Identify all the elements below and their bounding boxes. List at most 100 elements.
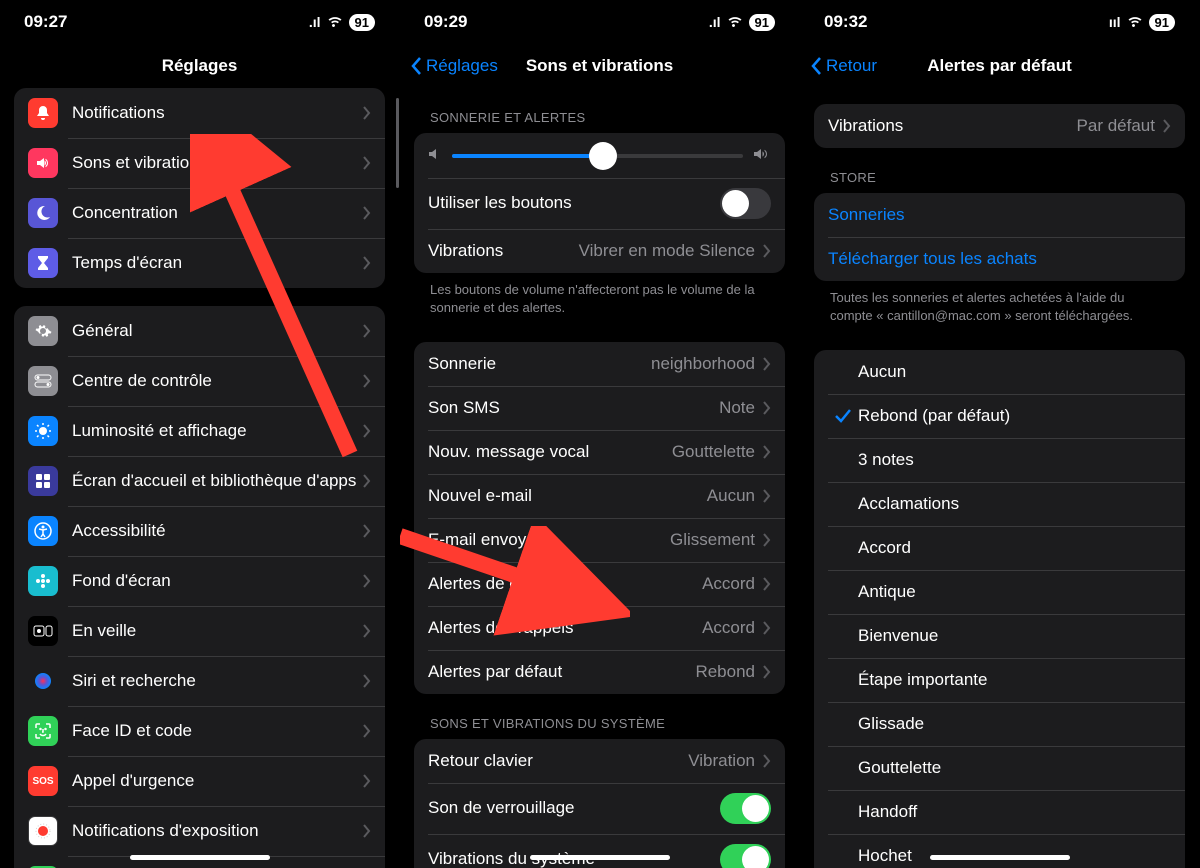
- chevron-right-icon: [763, 577, 771, 591]
- row-label: Acclamations: [858, 494, 1171, 514]
- row-label: Fond d'écran: [72, 571, 363, 591]
- toggle-system-vibrations[interactable]: [720, 844, 771, 868]
- slider-thumb[interactable]: [589, 142, 617, 170]
- tone-row[interactable]: Aucun: [814, 350, 1185, 394]
- row-sounds[interactable]: Sons et vibrations: [14, 138, 385, 188]
- back-button[interactable]: Retour: [810, 56, 877, 76]
- chevron-right-icon: [1163, 119, 1171, 133]
- row-label: Vibrations: [828, 116, 1077, 136]
- home-indicator[interactable]: [130, 855, 270, 860]
- status-time: 09:29: [424, 12, 467, 32]
- chevron-right-icon: [363, 774, 371, 788]
- row-label: Vibrations: [428, 241, 579, 261]
- toggle-use-buttons[interactable]: [720, 188, 771, 219]
- status-icons: .ıl 91: [709, 14, 775, 31]
- row-label: Antique: [858, 582, 1171, 602]
- row-lock-sound[interactable]: Son de verrouillage: [414, 783, 785, 834]
- settings-row[interactable]: En veille: [14, 606, 385, 656]
- status-bar: 09:32 ııl 91: [800, 0, 1199, 44]
- settings-row[interactable]: Siri et recherche: [14, 656, 385, 706]
- tone-row[interactable]: 3 notes: [814, 438, 1185, 482]
- tone-row[interactable]: Étape importante: [814, 658, 1185, 702]
- tone-row[interactable]: Accord: [814, 526, 1185, 570]
- sound-row[interactable]: Nouv. message vocalGouttelette: [414, 430, 785, 474]
- toggle-lock-sound[interactable]: [720, 793, 771, 824]
- settings-row[interactable]: Luminosité et affichage: [14, 406, 385, 456]
- row-label: Écran d'accueil et bibliothèque d'apps: [72, 471, 363, 491]
- row-value: Accord: [702, 574, 755, 594]
- row-use-buttons[interactable]: Utiliser les boutons: [414, 178, 785, 229]
- row-label: Aucun: [858, 362, 1171, 382]
- alerts-content[interactable]: Vibrations Par défaut STORE Sonneries Té…: [800, 88, 1199, 868]
- bell-icon: [28, 98, 58, 128]
- tone-row[interactable]: Gouttelette: [814, 746, 1185, 790]
- settings-row[interactable]: Fond d'écran: [14, 556, 385, 606]
- row-vibrations[interactable]: Vibrations Par défaut: [814, 104, 1185, 148]
- gear-icon: [28, 316, 58, 346]
- settings-row[interactable]: Notifications d'exposition: [14, 806, 385, 856]
- grid-icon: [28, 466, 58, 496]
- section-header: SONNERIE ET ALERTES: [414, 88, 785, 133]
- row-label: Accord: [858, 538, 1171, 558]
- tones-group: Aucun Rebond (par défaut)3 notes Acclamati…: [814, 350, 1185, 868]
- settings-content[interactable]: Notifications Sons et vibrations Concent…: [0, 88, 399, 868]
- row-label: Son SMS: [428, 398, 719, 418]
- row-value: Gouttelette: [672, 442, 755, 462]
- nav-bar: Réglages: [0, 44, 399, 88]
- settings-row[interactable]: Face ID et code: [14, 706, 385, 756]
- moon-icon: [28, 198, 58, 228]
- settings-row[interactable]: Accessibilité: [14, 506, 385, 556]
- siri-icon: [28, 666, 58, 696]
- row-notifications[interactable]: Notifications: [14, 88, 385, 138]
- status-time: 09:27: [24, 12, 67, 32]
- row-ringtone-store[interactable]: Sonneries: [814, 193, 1185, 237]
- back-button[interactable]: Réglages: [410, 56, 498, 76]
- row-label: Luminosité et affichage: [72, 421, 363, 441]
- tone-row[interactable]: Rebond (par défaut): [814, 394, 1185, 438]
- battery-indicator: 91: [749, 14, 775, 31]
- status-bar: 09:29 .ıl 91: [400, 0, 799, 44]
- sound-row[interactable]: Son SMSNote: [414, 386, 785, 430]
- row-label: Handoff: [858, 802, 1171, 822]
- settings-row[interactable]: Écran d'accueil et bibliothèque d'apps: [14, 456, 385, 506]
- battery-indicator: 91: [1149, 14, 1175, 31]
- row-label: Gouttelette: [858, 758, 1171, 778]
- tone-row[interactable]: Bienvenue: [814, 614, 1185, 658]
- row-value: Note: [719, 398, 755, 418]
- back-label: Réglages: [426, 56, 498, 76]
- sound-row[interactable]: Alertes des rappelsAccord: [414, 606, 785, 650]
- row-value: Accord: [702, 618, 755, 638]
- sound-row[interactable]: Alertes de calendrierAccord: [414, 562, 785, 606]
- volume-slider[interactable]: [452, 154, 743, 158]
- tone-row[interactable]: Glissade: [814, 702, 1185, 746]
- home-indicator[interactable]: [530, 855, 670, 860]
- scroll-indicator[interactable]: [396, 98, 399, 188]
- tone-row[interactable]: Antique: [814, 570, 1185, 614]
- section-header: STORE: [814, 148, 1185, 193]
- row-focus[interactable]: Concentration: [14, 188, 385, 238]
- sound-row[interactable]: Alertes par défautRebond: [414, 650, 785, 694]
- sound-row[interactable]: Nouvel e-mailAucun: [414, 474, 785, 518]
- sound-row[interactable]: E-mail envoyéGlissement: [414, 518, 785, 562]
- row-keyboard[interactable]: Retour clavier Vibration: [414, 739, 785, 783]
- sound-row[interactable]: Sonnerieneighborhood: [414, 342, 785, 386]
- settings-row[interactable]: SOSAppel d'urgence: [14, 756, 385, 806]
- settings-row[interactable]: Centre de contrôle: [14, 356, 385, 406]
- exposure-icon: [28, 816, 58, 846]
- row-label: Alertes par défaut: [428, 662, 695, 682]
- row-label: Alertes de calendrier: [428, 574, 702, 594]
- row-system-vibrations[interactable]: Vibrations du système: [414, 834, 785, 868]
- row-label: E-mail envoyé: [428, 530, 670, 550]
- row-label: Alertes des rappels: [428, 618, 702, 638]
- row-screentime[interactable]: Temps d'écran: [14, 238, 385, 288]
- chevron-right-icon: [363, 674, 371, 688]
- row-vibrations[interactable]: Vibrations Vibrer en mode Silence: [414, 229, 785, 273]
- tone-row[interactable]: Handoff: [814, 790, 1185, 834]
- home-indicator[interactable]: [930, 855, 1070, 860]
- row-download-all[interactable]: Télécharger tous les achats: [814, 237, 1185, 281]
- tone-row[interactable]: Acclamations: [814, 482, 1185, 526]
- settings-row[interactable]: Général: [14, 306, 385, 356]
- chevron-right-icon: [763, 489, 771, 503]
- sounds-content[interactable]: SONNERIE ET ALERTES Utiliser les boutons: [400, 88, 799, 868]
- tone-row[interactable]: Hochet: [814, 834, 1185, 868]
